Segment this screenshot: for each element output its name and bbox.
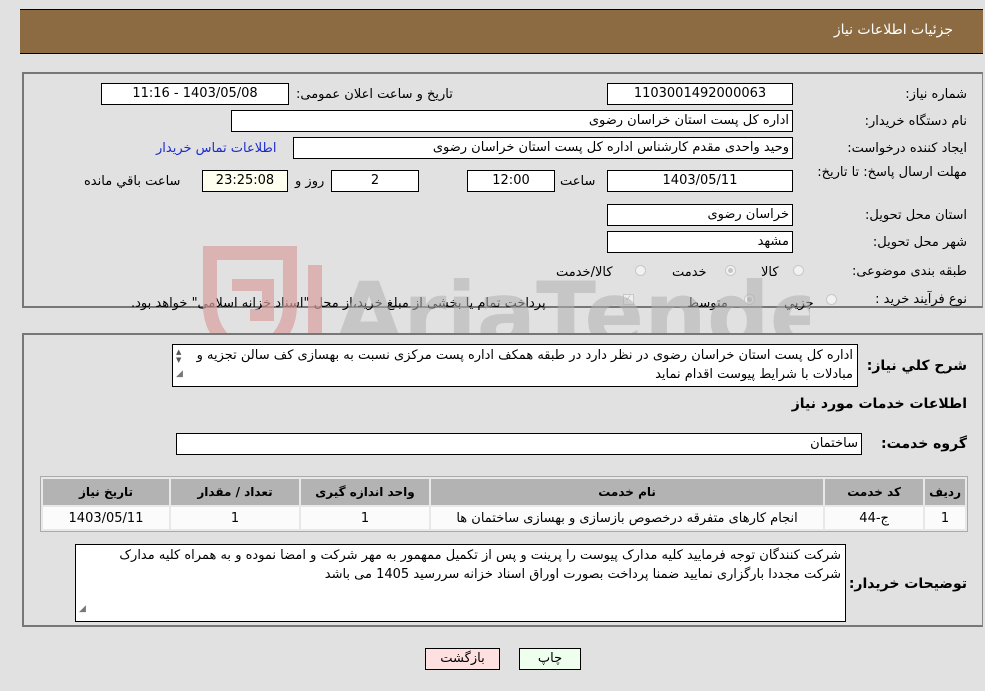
deadline-date-field[interactable]: 1403/05/11 (607, 170, 793, 192)
province-field[interactable]: خراسان رضوی (607, 204, 793, 226)
col-need-date: تاریخ نیاز (43, 479, 169, 505)
process-label: نوع فرآیند خرید : (875, 292, 967, 307)
remaining-label: ساعت باقي مانده (84, 174, 181, 189)
need-number-label: شماره نیاز: (905, 87, 967, 102)
deadline-label: مهلت ارسال پاسخ: تا تاریخ: (817, 165, 967, 180)
col-service-name: نام خدمت (431, 479, 824, 505)
cell-row-number: 1 (925, 507, 965, 529)
table-row: 1 ج-44 انجام کارهای متفرقه درخصوص بازساز… (43, 507, 965, 529)
buyer-notes-textarea[interactable]: شرکت کنندگان توجه فرمایید کلیه مدارک پیو… (75, 544, 846, 622)
col-quantity: تعداد / مقدار (171, 479, 299, 505)
buyer-notes-text: شرکت کنندگان توجه فرمایید کلیه مدارک پیو… (119, 548, 841, 582)
need-number-field[interactable]: 1103001492000063 (607, 83, 793, 105)
cell-quantity: 1 (171, 507, 299, 529)
buyer-org-label: نام دستگاه خریدار: (864, 114, 967, 129)
resize-handle-icon[interactable]: ◢ (79, 600, 86, 619)
city-field[interactable]: مشهد (607, 231, 793, 253)
buyer-contact-link[interactable]: اطلاعات تماس خریدار (156, 141, 276, 156)
services-table: ردیف کد خدمت نام خدمت واحد اندازه گیری ت… (40, 476, 968, 532)
print-button[interactable]: چاپ (519, 648, 581, 670)
page-header: جزئیات اطلاعات نیاز (20, 9, 983, 54)
services-section-title: اطلاعات خدمات مورد نیاز (791, 396, 967, 412)
back-button[interactable]: بازگشت (425, 648, 500, 670)
category-radio-goods-service[interactable] (635, 265, 646, 276)
service-group-label: گروه خدمت: (881, 436, 967, 452)
scroll-arrows-icon[interactable]: ▲ ▼ (176, 348, 181, 364)
cell-need-date: 1403/05/11 (43, 507, 169, 529)
category-option-goods: کالا (761, 265, 779, 280)
category-label: طبقه بندی موضوعی: (851, 264, 967, 279)
category-radio-goods[interactable] (793, 265, 804, 276)
table-header-row: ردیف کد خدمت نام خدمت واحد اندازه گیری ت… (43, 479, 965, 505)
description-textarea[interactable]: اداره کل پست استان خراسان رضوی در نظر دا… (172, 344, 858, 387)
requester-field[interactable]: وحید واحدی مقدم کارشناس اداره کل پست است… (293, 137, 793, 159)
category-radio-service[interactable] (725, 265, 736, 276)
process-option-minor: جزيي (784, 296, 814, 311)
page-title: جزئیات اطلاعات نیاز (833, 22, 953, 38)
cell-service-code: ج-44 (825, 507, 924, 529)
col-row-number: ردیف (925, 479, 965, 505)
description-label: شرح کلي نياز: (866, 358, 967, 374)
category-option-service: خدمت (672, 265, 707, 280)
category-option-goods-service: کالا/خدمت (556, 265, 613, 280)
process-option-medium: متوسط (687, 296, 728, 311)
requester-label: ایجاد کننده درخواست: (847, 141, 967, 156)
remaining-time-field: 23:25:08 (202, 170, 288, 192)
service-group-field[interactable]: ساختمان (176, 433, 862, 455)
announce-label: تاریخ و ساعت اعلان عمومی: (296, 87, 453, 102)
deadline-time-field[interactable]: 12:00 (467, 170, 555, 192)
buyer-notes-label: توضیحات خریدار: (848, 576, 967, 592)
process-radio-medium[interactable] (744, 294, 755, 305)
city-label: شهر محل تحویل: (872, 235, 967, 250)
description-text: اداره کل پست استان خراسان رضوی در نظر دا… (196, 348, 853, 382)
treasury-checkbox-label: پرداخت تمام یا بخشی از مبلغ خرید،از محل … (131, 296, 546, 311)
deadline-time-label: ساعت (560, 174, 596, 189)
process-radio-minor[interactable] (826, 294, 837, 305)
cell-unit: 1 (301, 507, 429, 529)
col-service-code: کد خدمت (825, 479, 924, 505)
province-label: استان محل تحویل: (865, 208, 967, 223)
cell-service-name: انجام کارهای متفرقه درخصوص بازسازی و بهس… (431, 507, 824, 529)
announce-datetime-field[interactable]: 1403/05/08 - 11:16 (101, 83, 289, 105)
treasury-checkbox[interactable]: ✓ (623, 294, 634, 305)
resize-handle-icon[interactable]: ◢ (176, 365, 183, 384)
buyer-org-field[interactable]: اداره کل پست استان خراسان رضوی (231, 110, 793, 132)
days-label: روز و (295, 174, 325, 189)
col-unit: واحد اندازه گیری (301, 479, 429, 505)
days-field[interactable]: 2 (331, 170, 419, 192)
